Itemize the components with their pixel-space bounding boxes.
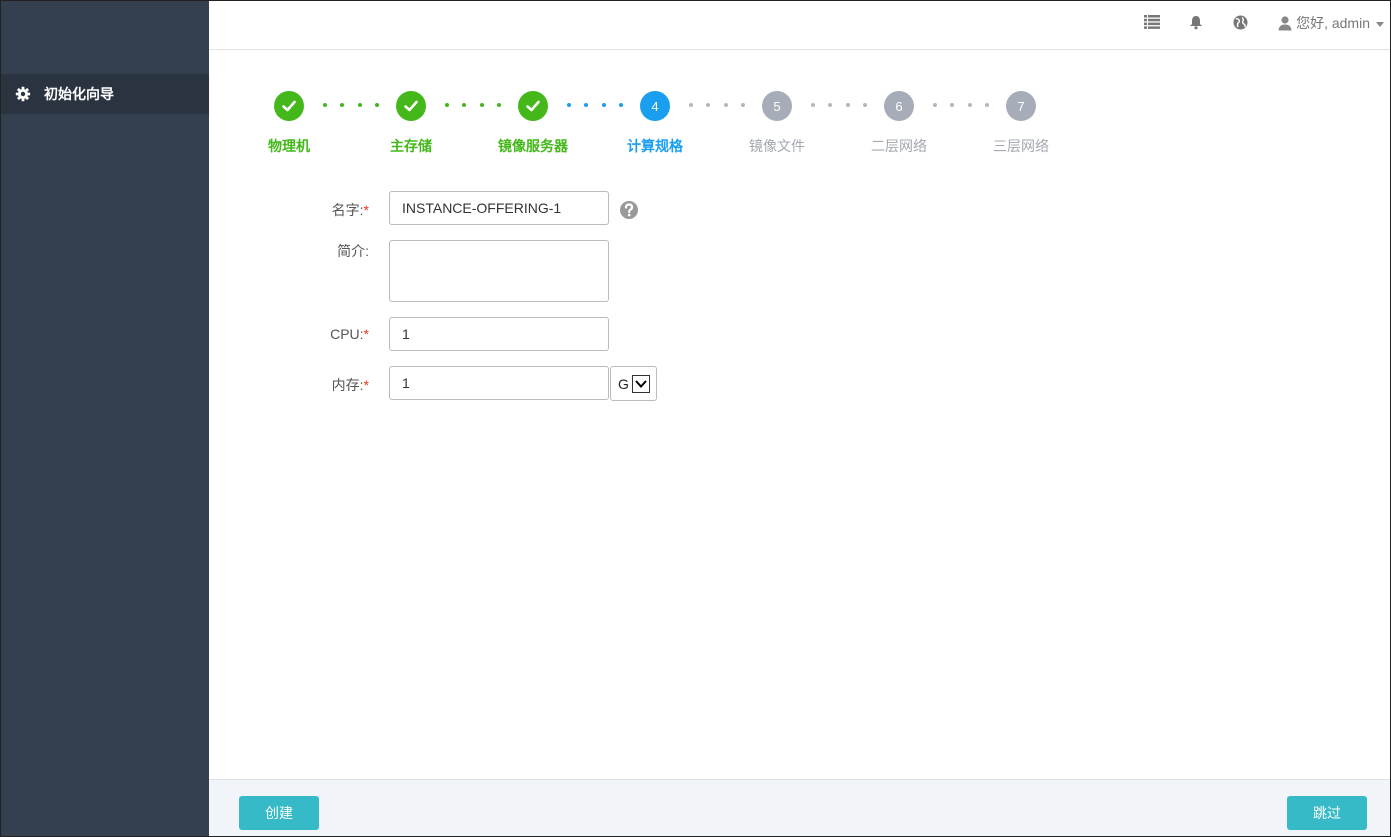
desc-label: 简介: — [309, 241, 369, 261]
wizard-step-label: 主存储 — [390, 138, 432, 154]
wizard-step-2: 主存储 — [366, 91, 456, 156]
top-header: 您好, admin — [209, 1, 1390, 50]
wizard-step-5: 5 镜像文件 — [732, 91, 822, 156]
skip-button[interactable]: 跳过 — [1287, 796, 1367, 830]
description-textarea[interactable] — [389, 240, 609, 302]
desc-label-text: 简介: — [337, 243, 369, 259]
sidebar-item-label: 初始化向导 — [44, 86, 114, 102]
required-mark: * — [363, 326, 369, 342]
create-button[interactable]: 创建 — [239, 796, 319, 830]
wizard-step-label: 三层网络 — [993, 138, 1049, 154]
user-menu[interactable]: 您好, admin — [1277, 13, 1384, 33]
check-icon — [274, 91, 304, 121]
wizard-step-1: 物理机 — [244, 91, 334, 156]
name-input[interactable] — [389, 191, 609, 225]
check-icon — [518, 91, 548, 121]
sidebar-item-init-wizard[interactable]: 初始化向导 — [1, 74, 209, 114]
step-number: 4 — [640, 91, 670, 121]
sidebar: 初始化向导 — [1, 1, 209, 836]
wizard-step-4: 4 计算规格 — [610, 91, 700, 156]
step-number: 5 — [762, 91, 792, 121]
user-greeting: 您好, admin — [1296, 15, 1370, 31]
chevron-down-icon — [1376, 21, 1384, 27]
chevron-down-icon[interactable] — [631, 374, 650, 393]
memory-label-text: 内存: — [331, 377, 364, 393]
bell-icon[interactable] — [1187, 13, 1205, 31]
list-icon[interactable] — [1143, 13, 1161, 31]
check-icon — [396, 91, 426, 121]
memory-unit-select[interactable]: G — [610, 366, 657, 401]
globe-icon[interactable] — [1231, 13, 1249, 31]
wizard-step-label: 镜像服务器 — [498, 138, 568, 154]
wizard-step-6: 6 二层网络 — [854, 91, 944, 156]
wizard-step-label: 物理机 — [268, 138, 310, 154]
step-number: 6 — [884, 91, 914, 121]
gear-icon — [15, 86, 31, 102]
name-label-text: 名字: — [331, 202, 364, 218]
wizard-step-3: 镜像服务器 — [488, 91, 578, 156]
name-label: 名字:* — [309, 200, 369, 220]
wizard-step-label: 二层网络 — [871, 138, 927, 154]
help-icon[interactable] — [619, 200, 639, 220]
footer-bar: 创建 跳过 — [209, 779, 1390, 836]
wizard-step-label: 镜像文件 — [749, 138, 805, 154]
required-mark: * — [363, 377, 369, 393]
cpu-label-text: CPU: — [330, 326, 364, 342]
cpu-label: CPU:* — [309, 326, 369, 342]
step-number: 7 — [1006, 91, 1036, 121]
main-content: 物理机 主存储 镜像服务器 4 计算规格 5 镜像文件 6 二层网络 7 三层网… — [209, 51, 1390, 779]
memory-input[interactable] — [389, 366, 609, 400]
wizard-step-7: 7 三层网络 — [976, 91, 1066, 156]
required-mark: * — [363, 202, 369, 218]
memory-unit-value: G — [618, 375, 629, 392]
user-icon — [1277, 15, 1293, 31]
memory-label: 内存:* — [309, 375, 369, 395]
wizard-step-label: 计算规格 — [627, 138, 683, 154]
cpu-input[interactable] — [389, 317, 609, 351]
